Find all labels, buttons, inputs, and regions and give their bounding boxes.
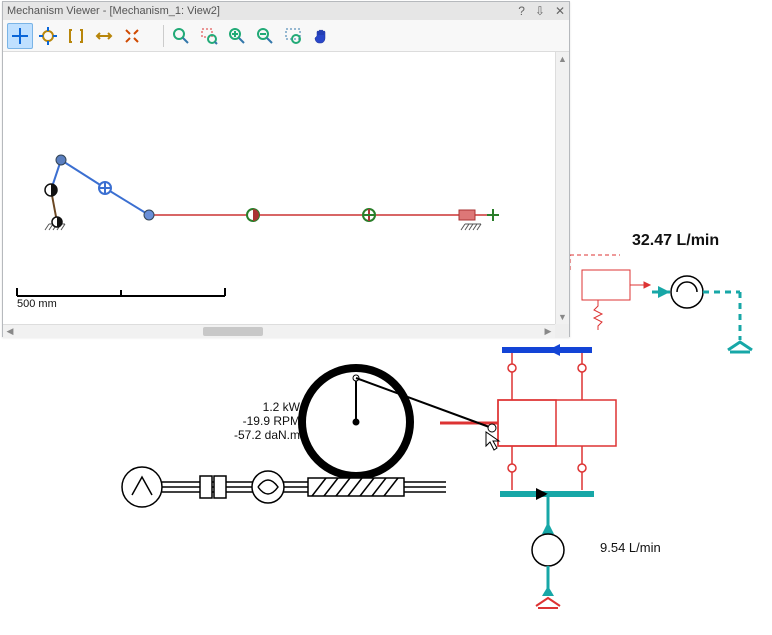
window-title: Mechanism Viewer - [Mechanism_1: View2] — [7, 5, 518, 17]
ruler-label: 500 mm — [17, 298, 57, 310]
scroll-down-icon[interactable]: ▼ — [556, 310, 569, 324]
toolbar-group-view — [7, 23, 147, 49]
pan-select-icon[interactable] — [280, 23, 306, 49]
toolbar — [3, 20, 569, 52]
flywheel — [302, 368, 496, 476]
viewport[interactable]: 500 mm ▲ ▼ ◀ ▶ — [3, 52, 569, 338]
torque-reading: -57.2 daN.m — [210, 428, 300, 442]
flow-bottom-reading: 9.54 L/min — [600, 540, 661, 555]
cursor-icon — [486, 432, 499, 450]
hand-icon[interactable] — [308, 23, 334, 49]
zoom-in-icon[interactable] — [224, 23, 250, 49]
direction-valve — [440, 344, 616, 534]
titlebar: Mechanism Viewer - [Mechanism_1: View2] … — [3, 2, 569, 20]
speed-reading: -19.9 RPM — [210, 414, 300, 428]
zoom-region-icon[interactable] — [196, 23, 222, 49]
target-icon[interactable] — [35, 23, 61, 49]
pin-button[interactable]: ⇩ — [535, 5, 545, 17]
toolbar-separator — [163, 25, 164, 47]
scroll-up-icon[interactable]: ▲ — [556, 52, 569, 66]
drivetrain — [122, 467, 446, 507]
close-button[interactable]: ✕ — [555, 5, 565, 17]
vertical-scrollbar[interactable]: ▲ ▼ — [555, 52, 569, 324]
expand-icon[interactable] — [119, 23, 145, 49]
zoom-out-icon[interactable] — [252, 23, 278, 49]
mechanism-viewer-panel: Mechanism Viewer - [Mechanism_1: View2] … — [2, 1, 570, 337]
mechanism-canvas[interactable]: 500 mm — [3, 52, 569, 338]
move-cross-icon[interactable] — [7, 23, 33, 49]
zoom-icon[interactable] — [168, 23, 194, 49]
power-reading: 1.2 kW — [210, 400, 300, 414]
toolbar-group-zoom — [168, 23, 336, 49]
scroll-corner — [555, 324, 569, 338]
bracket-icon[interactable] — [63, 23, 89, 49]
help-button[interactable]: ? — [518, 5, 525, 17]
scroll-left-icon[interactable]: ◀ — [3, 325, 17, 338]
flow-top-reading: 32.47 L/min — [632, 232, 719, 250]
widen-icon[interactable] — [91, 23, 117, 49]
horizontal-scrollbar[interactable]: ◀ ▶ — [3, 324, 555, 338]
scroll-right-icon[interactable]: ▶ — [541, 325, 555, 338]
scroll-thumb[interactable] — [203, 327, 263, 336]
